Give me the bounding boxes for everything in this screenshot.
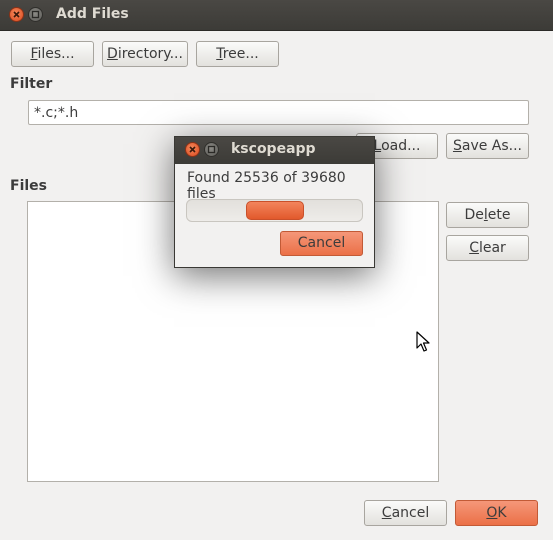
dialog-title: kscopeapp [231, 141, 316, 157]
files-label: Files [10, 178, 47, 194]
files-button[interactable]: Files... [11, 41, 94, 67]
mouse-pointer-icon [416, 331, 430, 357]
progress-message: Found 25536 of 39680 files [187, 170, 346, 202]
dialog-title-bar[interactable]: kscopeapp [175, 137, 374, 164]
progress-indicator [246, 201, 304, 220]
cancel-button[interactable]: Cancel [364, 500, 447, 526]
progress-dialog: kscopeapp Found 25536 of 39680 files Can… [174, 136, 375, 268]
filter-label: Filter [10, 76, 53, 92]
progress-bar [186, 199, 363, 222]
save-as-button[interactable]: Save As... [446, 133, 529, 159]
minimize-icon[interactable] [28, 7, 43, 22]
dialog-cancel-button[interactable]: Cancel [280, 231, 363, 256]
window-title: Add Files [56, 6, 129, 22]
title-bar[interactable]: Add Files [0, 0, 553, 31]
minimize-icon[interactable] [204, 142, 219, 157]
clear-button[interactable]: Clear [446, 235, 529, 261]
directory-button[interactable]: Directory... [102, 41, 188, 67]
filter-input[interactable] [28, 100, 529, 125]
ok-button[interactable]: OK [455, 500, 538, 526]
delete-button[interactable]: Delete [446, 202, 529, 228]
close-icon[interactable] [9, 7, 24, 22]
close-icon[interactable] [185, 142, 200, 157]
tree-button[interactable]: Tree... [196, 41, 279, 67]
